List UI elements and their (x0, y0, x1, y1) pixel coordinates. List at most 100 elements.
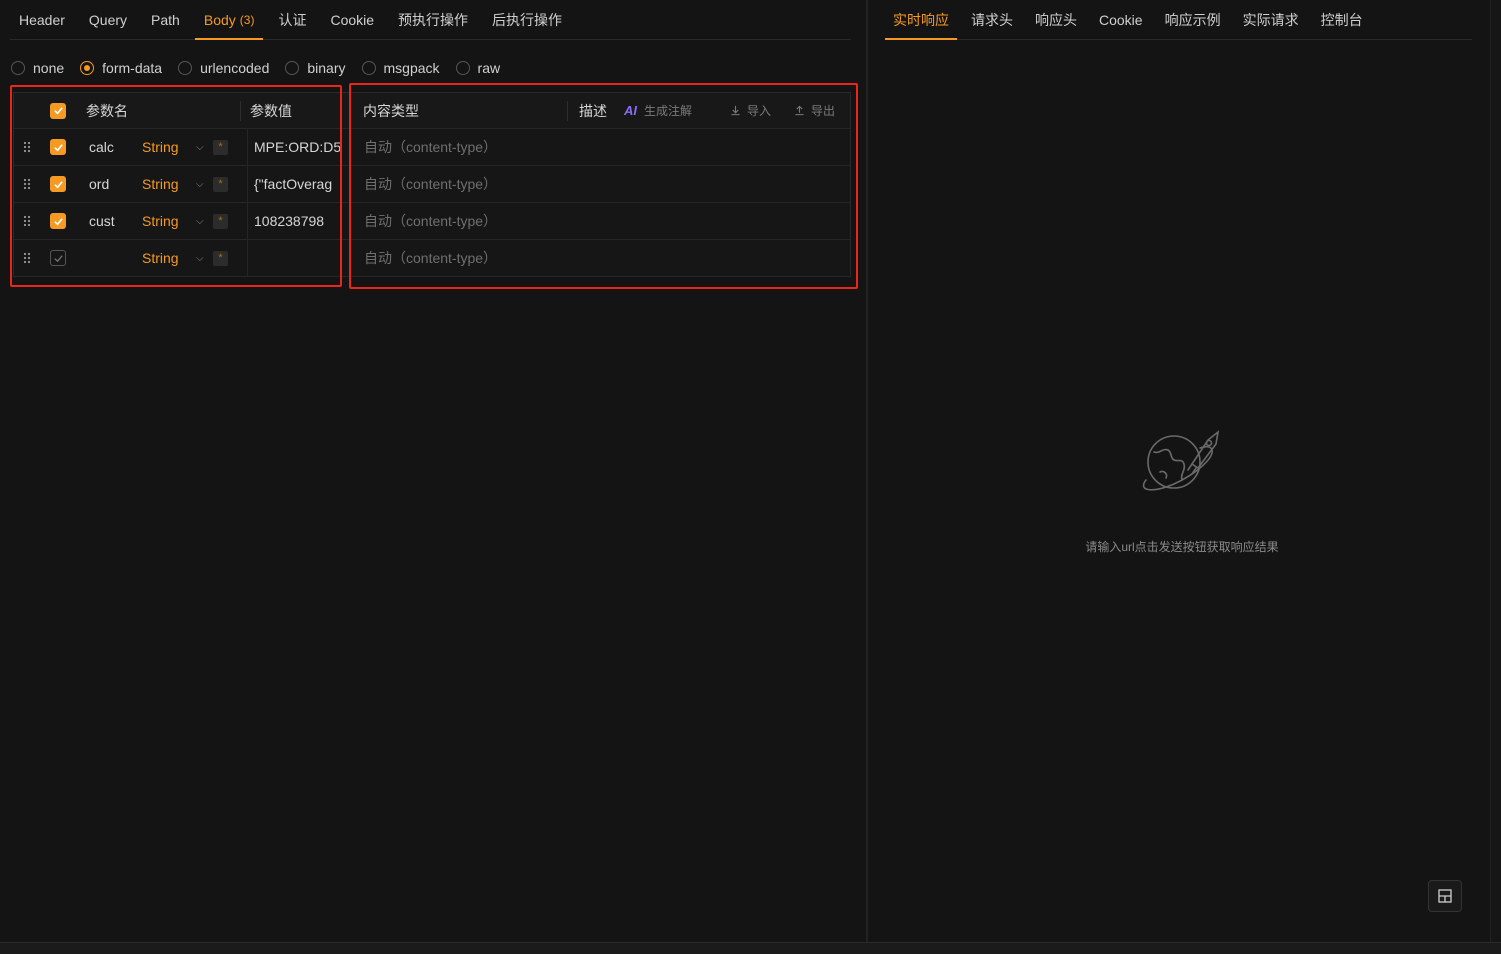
checkbox-checked-icon (50, 176, 66, 192)
param-value-input[interactable] (254, 240, 346, 276)
tab-label: 认证 (278, 11, 307, 28)
param-type-select[interactable]: String (142, 166, 179, 202)
asterisk-icon: * (213, 176, 228, 192)
column-divider (247, 203, 248, 239)
tab-label: 后执行操作 (492, 11, 563, 28)
upload-icon (795, 105, 804, 116)
param-value-input[interactable]: MPE:ORD:D5 (254, 129, 346, 165)
row-checkbox[interactable] (50, 203, 66, 239)
tab-console[interactable]: 控制台 (1313, 0, 1371, 39)
tab-request-headers[interactable]: 请求头 (963, 0, 1021, 39)
radio-circle-icon (285, 61, 300, 75)
column-divider[interactable] (240, 101, 241, 121)
required-toggle[interactable]: * (213, 240, 228, 276)
checkbox-checked-icon (50, 139, 66, 155)
tab-label: 控制台 (1320, 11, 1363, 28)
tab-body[interactable]: Body (3) (194, 0, 264, 40)
column-divider (247, 166, 248, 202)
radio-binary[interactable]: binary (285, 60, 346, 76)
radio-urlencoded[interactable]: urlencoded (178, 60, 269, 76)
chevron-down-icon[interactable]: ⌵ (196, 203, 204, 239)
column-divider[interactable] (567, 101, 568, 121)
import-button[interactable]: 导入 (730, 93, 771, 128)
column-divider (247, 129, 248, 165)
radio-circle-icon (11, 61, 25, 75)
header-description: 描述 (579, 102, 607, 119)
drag-handle-icon[interactable] (22, 129, 32, 165)
radio-form-data[interactable]: form-data (80, 60, 162, 76)
row-checkbox[interactable] (50, 166, 66, 202)
param-value-input[interactable]: {"factOverag (254, 166, 346, 202)
tab-response-example[interactable]: 响应示例 (1157, 0, 1229, 39)
radio-circle-icon (178, 61, 193, 75)
header-param-name: 参数名 (86, 102, 128, 119)
table-row: ord String ⌵ * {"factOverag 自动（content-t… (14, 166, 850, 203)
checkbox-unchecked-icon (50, 250, 66, 266)
table-row: cust String ⌵ * 108238798 自动（content-typ… (14, 203, 850, 240)
tab-post-script[interactable]: 后执行操作 (483, 0, 571, 39)
tab-live-response[interactable]: 实时响应 (885, 0, 957, 40)
ai-generate-annotation-button[interactable]: AI 生成注解 (624, 93, 692, 128)
content-type-input[interactable]: 自动（content-type） (364, 129, 497, 165)
import-label: 导入 (747, 104, 772, 118)
tab-path[interactable]: Path (142, 0, 189, 39)
content-type-input[interactable]: 自动（content-type） (364, 203, 497, 239)
tab-label: 实际请求 (1242, 11, 1299, 28)
chevron-down-icon[interactable]: ⌵ (196, 129, 204, 165)
radio-label: raw (477, 60, 501, 76)
row-checkbox[interactable] (50, 129, 66, 165)
chevron-down-icon[interactable]: ⌵ (196, 240, 204, 276)
body-count-badge: (3) (239, 12, 255, 27)
checkbox-checked-icon (50, 102, 66, 119)
export-button[interactable]: 导出 (794, 93, 835, 128)
scrollbar-track[interactable] (1490, 0, 1501, 942)
layout-toggle-button[interactable] (1428, 880, 1462, 912)
export-label: 导出 (811, 104, 836, 118)
select-all-checkbox[interactable] (50, 93, 66, 128)
asterisk-icon: * (213, 213, 228, 229)
row-checkbox[interactable] (50, 240, 66, 276)
radio-none[interactable]: none (11, 60, 64, 76)
table-header-row: 参数名 参数值 内容类型 描述 AI 生成注解 导入 导出 (14, 93, 850, 129)
header-param-value: 参数值 (250, 102, 292, 119)
tab-actual-request[interactable]: 实际请求 (1235, 0, 1307, 39)
radio-label: binary (307, 60, 346, 76)
tab-query[interactable]: Query (80, 0, 136, 39)
param-name-input[interactable]: ord (89, 166, 109, 202)
radio-circle-icon (455, 61, 470, 75)
tab-pre-script[interactable]: 预执行操作 (389, 0, 477, 39)
drag-handle-icon[interactable] (22, 166, 32, 202)
tab-auth[interactable]: 认证 (269, 0, 315, 39)
content-type-input[interactable]: 自动（content-type） (364, 240, 497, 276)
radio-msgpack[interactable]: msgpack (361, 60, 440, 76)
content-type-input[interactable]: 自动（content-type） (364, 166, 497, 202)
tab-label: 实时响应 (893, 11, 949, 28)
column-divider (350, 203, 351, 239)
drag-handle-icon[interactable] (22, 203, 32, 239)
param-type-select[interactable]: String (142, 129, 179, 165)
tab-response-cookie[interactable]: Cookie (1091, 0, 1151, 39)
required-toggle[interactable]: * (213, 166, 228, 202)
chevron-down-icon[interactable]: ⌵ (196, 166, 204, 202)
param-name-input[interactable]: cust (89, 203, 115, 239)
param-type-select[interactable]: String (142, 240, 179, 276)
form-data-table: 参数名 参数值 内容类型 描述 AI 生成注解 导入 导出 calc Strin… (13, 92, 851, 277)
tab-cookie[interactable]: Cookie (321, 0, 383, 39)
radio-label: urlencoded (200, 60, 270, 76)
param-type-select[interactable]: String (142, 203, 179, 239)
drag-handle-icon[interactable] (22, 240, 32, 276)
required-toggle[interactable]: * (213, 203, 228, 239)
tab-label: Header (19, 11, 65, 28)
param-value-input[interactable]: 108238798 (254, 203, 346, 239)
header-content-type: 内容类型 (363, 102, 419, 119)
required-toggle[interactable]: * (213, 129, 228, 165)
tab-label: 响应示例 (1164, 11, 1221, 28)
radio-raw[interactable]: raw (455, 60, 501, 76)
tab-header[interactable]: Header (10, 0, 74, 39)
tab-response-headers[interactable]: 响应头 (1027, 0, 1085, 39)
empty-state: 请输入url点击发送按钮获取响应结果 (1082, 424, 1282, 555)
table-row: calc String ⌵ * MPE:ORD:D5 自动（content-ty… (14, 129, 850, 166)
tab-label: Body (203, 11, 236, 28)
status-bar (0, 942, 1501, 954)
param-name-input[interactable]: calc (89, 129, 114, 165)
